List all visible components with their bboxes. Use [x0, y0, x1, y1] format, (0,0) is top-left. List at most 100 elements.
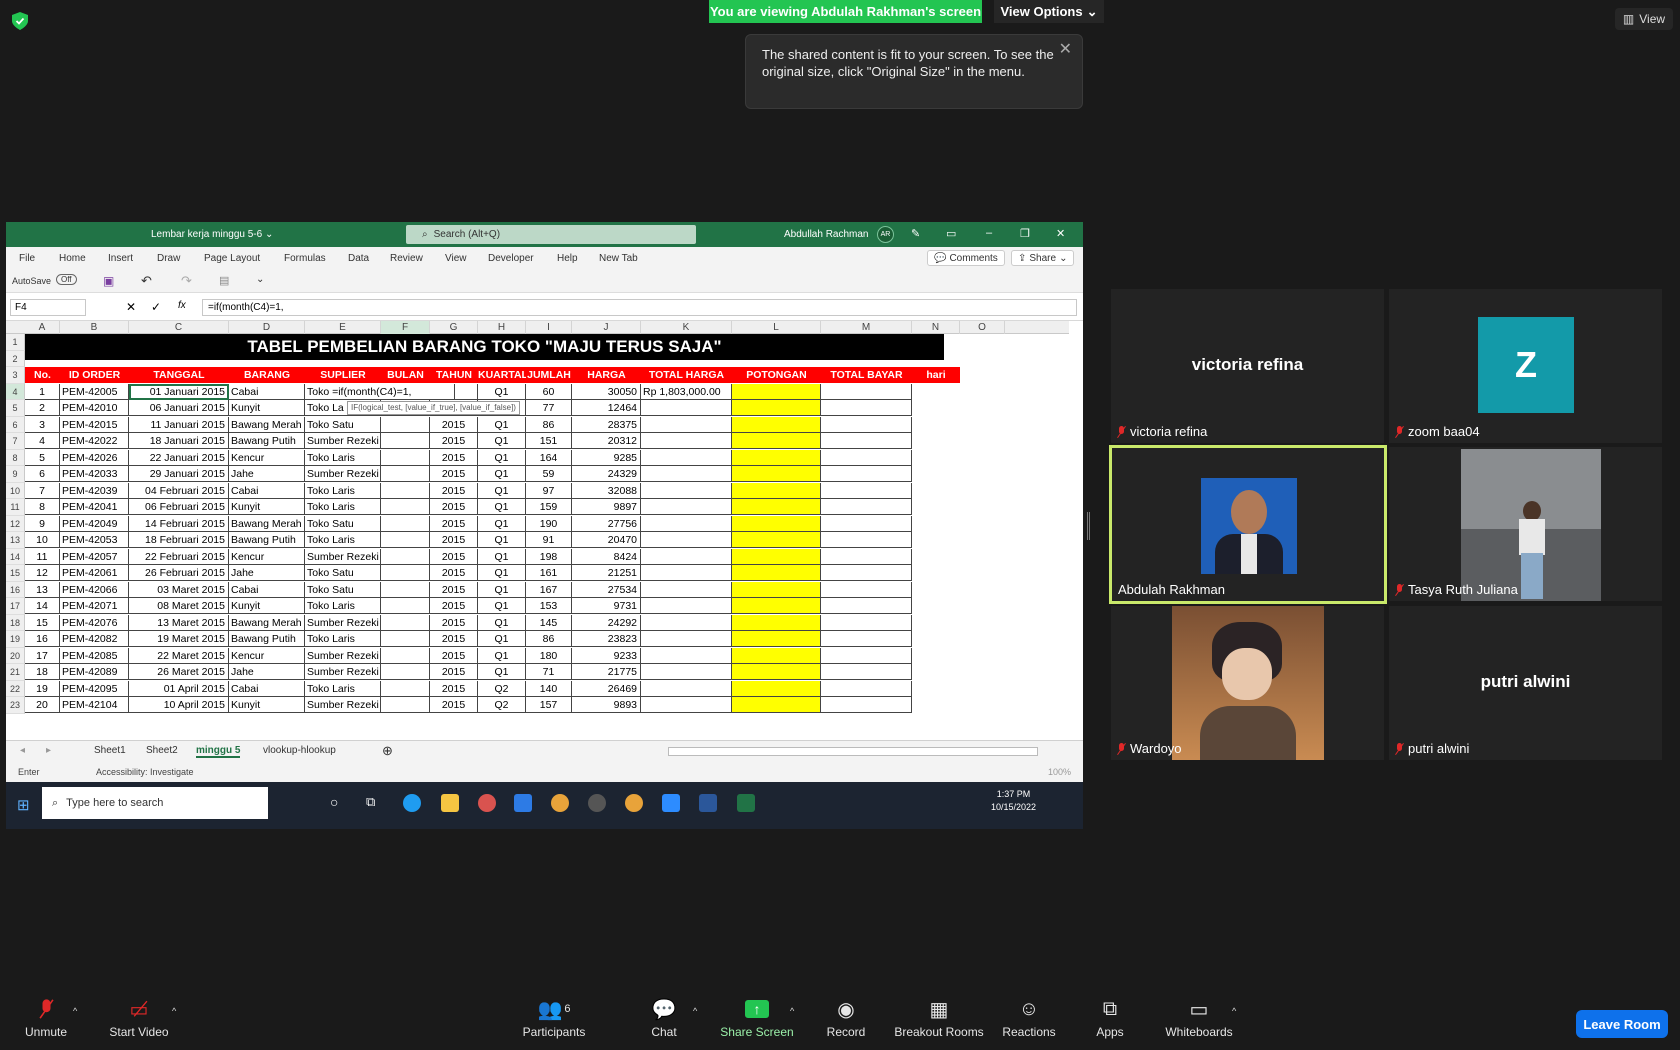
menu-developer[interactable]: Developer	[488, 253, 534, 264]
table-cell[interactable]: 18 Januari 2015	[129, 433, 229, 449]
table-cell[interactable]: 22 Maret 2015	[129, 647, 229, 664]
menu-help[interactable]: Help	[557, 253, 578, 264]
column-header[interactable]: L	[732, 321, 821, 334]
table-cell[interactable]: PEM-42039	[60, 482, 129, 499]
table-cell[interactable]: PEM-42010	[60, 400, 129, 416]
table-cell[interactable]: 10	[25, 532, 60, 548]
table-cell[interactable]	[381, 548, 430, 565]
comments-button[interactable]: 💬 Comments	[927, 250, 1005, 266]
table-cell[interactable]: Q2	[478, 697, 526, 713]
table-cell[interactable]: Q1	[478, 499, 526, 515]
table-cell[interactable]	[381, 515, 430, 532]
column-header[interactable]: K	[641, 321, 732, 334]
table-cell[interactable]: 164	[526, 449, 572, 466]
table-cell[interactable]: Kencur	[229, 548, 305, 565]
table-cell[interactable]: Q1	[478, 664, 526, 680]
table-cell[interactable]	[381, 482, 430, 499]
table-cell[interactable]	[821, 383, 912, 400]
potongan-cell[interactable]	[732, 532, 821, 548]
chat-button[interactable]: 💬 Chat	[644, 996, 684, 1040]
column-header[interactable]: O	[960, 321, 1005, 334]
cancel-formula-icon[interactable]: ✕	[126, 300, 136, 314]
table-cell[interactable]: 27756	[572, 515, 641, 532]
table-cell[interactable]	[821, 482, 912, 499]
table-cell[interactable]: 18	[25, 664, 60, 680]
table-header-cell[interactable]: BULAN	[381, 367, 430, 383]
row-header[interactable]: 4	[6, 383, 25, 400]
table-cell[interactable]: Cabai	[229, 581, 305, 598]
table-cell[interactable]: 22 Januari 2015	[129, 449, 229, 466]
table-cell[interactable]: Sumber Rezeki	[305, 466, 381, 482]
table-cell[interactable]: 2015	[430, 581, 478, 598]
table-cell[interactable]: Q1	[478, 614, 526, 631]
table-cell[interactable]: 2015	[430, 647, 478, 664]
prev-sheet-icon[interactable]: ◂	[20, 745, 25, 756]
table-cell[interactable]: Bawang Merah	[229, 614, 305, 631]
table-cell[interactable]	[641, 598, 732, 614]
table-cell[interactable]: Bawang Merah	[229, 416, 305, 433]
table-cell[interactable]: PEM-42026	[60, 449, 129, 466]
share-options-caret[interactable]: ^	[790, 1006, 794, 1016]
sheet-tab-sheet2[interactable]: Sheet2	[146, 745, 178, 756]
table-cell[interactable]: Sumber Rezeki	[305, 433, 381, 449]
potongan-cell[interactable]	[732, 647, 821, 664]
row-header[interactable]: 16	[6, 581, 25, 598]
table-cell[interactable]: Jahe	[229, 466, 305, 482]
table-cell[interactable]	[821, 598, 912, 614]
potongan-cell[interactable]	[732, 664, 821, 680]
table-cell[interactable]	[821, 614, 912, 631]
table-cell[interactable]: 28375	[572, 416, 641, 433]
menu-data[interactable]: Data	[348, 253, 369, 264]
next-sheet-icon[interactable]: ▸	[46, 745, 51, 756]
table-cell[interactable]	[821, 664, 912, 680]
potongan-cell[interactable]	[732, 598, 821, 614]
breakout-rooms-button[interactable]: ▦ Breakout Rooms	[891, 996, 987, 1040]
taskbar-search[interactable]: ⌕ Type here to search	[42, 787, 268, 819]
table-cell[interactable]: 2015	[430, 631, 478, 647]
table-cell[interactable]: PEM-42082	[60, 631, 129, 647]
table-cell[interactable]: 198	[526, 548, 572, 565]
table-cell[interactable]: 180	[526, 647, 572, 664]
table-cell[interactable]: 86	[526, 416, 572, 433]
table-cell[interactable]	[641, 515, 732, 532]
row-header[interactable]: 3	[6, 367, 25, 384]
video-options-caret[interactable]: ^	[172, 1006, 176, 1016]
potongan-cell[interactable]	[732, 400, 821, 416]
table-cell[interactable]: 11 Januari 2015	[129, 416, 229, 433]
table-cell[interactable]: Toko Laris	[305, 449, 381, 466]
table-cell[interactable]: Q2	[478, 680, 526, 697]
table-cell[interactable]	[381, 664, 430, 680]
function-icon[interactable]: fx	[178, 300, 186, 311]
table-cell[interactable]: 6	[25, 466, 60, 482]
table-cell[interactable]: PEM-42005	[60, 383, 129, 400]
table-cell[interactable]: PEM-42071	[60, 598, 129, 614]
table-cell[interactable]: 2015	[430, 565, 478, 581]
table-cell[interactable]: PEM-42104	[60, 697, 129, 713]
table-cell[interactable]	[821, 466, 912, 482]
chat-options-caret[interactable]: ^	[693, 1006, 697, 1016]
view-options-button[interactable]: View Options ⌄	[994, 0, 1104, 23]
table-cell[interactable]	[641, 647, 732, 664]
zoom-level[interactable]: 100%	[1048, 767, 1071, 777]
table-cell[interactable]	[821, 631, 912, 647]
leave-room-button[interactable]: Leave Room	[1576, 1010, 1668, 1038]
chrome-icon[interactable]	[551, 794, 569, 812]
table-cell[interactable]: 2015	[430, 482, 478, 499]
table-header-cell[interactable]: POTONGAN	[732, 367, 821, 383]
table-cell[interactable]: 24292	[572, 614, 641, 631]
table-cell[interactable]: Toko Laris	[305, 482, 381, 499]
table-cell[interactable]: 9285	[572, 449, 641, 466]
row-header[interactable]: 18	[6, 614, 25, 631]
table-cell[interactable]: 3	[25, 416, 60, 433]
row-header[interactable]: 7	[6, 433, 25, 450]
table-cell[interactable]: 29 Januari 2015	[129, 466, 229, 482]
table-cell[interactable]: Q1	[478, 548, 526, 565]
column-header[interactable]: G	[430, 321, 478, 334]
table-cell[interactable]: Toko Satu	[305, 416, 381, 433]
table-cell[interactable]: Toko Satu	[305, 515, 381, 532]
redo-icon[interactable]: ↷	[181, 273, 192, 289]
table-cell[interactable]	[641, 433, 732, 449]
table-cell[interactable]: Sumber Rezeki	[305, 697, 381, 713]
table-header-cell[interactable]: JUMLAH	[526, 367, 572, 383]
table-cell[interactable]: 32088	[572, 482, 641, 499]
